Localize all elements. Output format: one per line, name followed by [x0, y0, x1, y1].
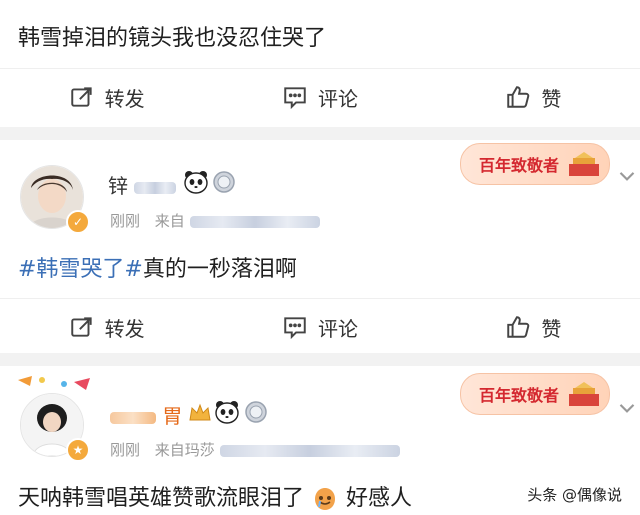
- comment-icon: [284, 317, 306, 340]
- panda-icon: [184, 171, 208, 194]
- chevron-down-icon[interactable]: [614, 162, 640, 188]
- comment-button[interactable]: 评论: [213, 299, 426, 355]
- blurred-source: [219, 444, 400, 457]
- level-medal-icon: [213, 171, 235, 193]
- comment-label: 评论: [317, 86, 358, 111]
- like-button[interactable]: 赞: [427, 69, 640, 125]
- verified-badge-icon: ★: [66, 438, 90, 462]
- post-card-1: ✓ 锌 刚刚 来自 百年致敬者 #韩雪哭了#真的一秒落泪啊 转发 评论 赞: [0, 140, 640, 353]
- crown-icon: [189, 403, 211, 421]
- thumbs-up-icon: [507, 86, 530, 108]
- post-text: 韩雪掉泪的镜头我也没忍住哭了: [18, 26, 327, 51]
- comment-button[interactable]: 评论: [213, 69, 426, 125]
- like-label: 赞: [541, 316, 562, 341]
- rostrum-icon: [569, 152, 599, 176]
- crying-emoji-icon: [315, 488, 336, 510]
- level-medal-icon: [245, 401, 267, 423]
- comment-label: 评论: [317, 316, 358, 341]
- post-text: #韩雪哭了#真的一秒落泪啊: [18, 257, 297, 282]
- post-card-2: ★ 胃 刚刚 来自玛莎 百年致敬者 天呐韩雪唱英雄赞歌流眼泪了 好感人 头条 @…: [0, 366, 640, 515]
- username[interactable]: 锌: [108, 170, 177, 199]
- verified-badge-icon: ✓: [66, 210, 90, 234]
- hashtag-link[interactable]: #韩雪哭了#: [18, 257, 143, 282]
- post-meta: 刚刚 来自: [110, 210, 320, 231]
- party-decoration-icon: [18, 376, 90, 390]
- post-source: 来自玛莎: [154, 441, 215, 459]
- repost-icon: [70, 87, 92, 107]
- repost-icon: [70, 317, 92, 337]
- repost-button[interactable]: 转发: [0, 69, 213, 125]
- post-actions: 转发 评论 赞: [0, 68, 640, 125]
- like-button[interactable]: 赞: [427, 299, 640, 355]
- blurred-name: [110, 411, 156, 424]
- chevron-down-icon[interactable]: [614, 394, 640, 420]
- post-time: 刚刚: [110, 441, 141, 459]
- username[interactable]: 胃: [110, 400, 182, 429]
- thumbs-up-icon: [507, 316, 530, 338]
- post-time: 刚刚: [110, 212, 141, 230]
- panda-icon: [215, 401, 239, 424]
- blurred-name: [134, 181, 177, 194]
- post-actions: 转发 评论 赞: [0, 298, 640, 355]
- repost-label: 转发: [104, 316, 145, 341]
- rostrum-icon: [569, 382, 599, 406]
- repost-label: 转发: [104, 86, 145, 111]
- like-label: 赞: [541, 86, 562, 111]
- comment-icon: [284, 87, 306, 110]
- post-text: 天呐韩雪唱英雄赞歌流眼泪了 好感人: [18, 486, 413, 511]
- post-meta: 刚刚 来自玛莎: [110, 439, 400, 460]
- post-card-0: 韩雪掉泪的镜头我也没忍住哭了 转发 评论 赞: [0, 0, 640, 127]
- anniversary-badge[interactable]: 百年致敬者: [460, 143, 610, 185]
- post-source: 来自: [154, 212, 185, 230]
- watermark: 头条 @偶像说: [527, 486, 622, 504]
- blurred-source: [189, 215, 320, 228]
- anniversary-badge[interactable]: 百年致敬者: [460, 373, 610, 415]
- repost-button[interactable]: 转发: [0, 299, 213, 355]
